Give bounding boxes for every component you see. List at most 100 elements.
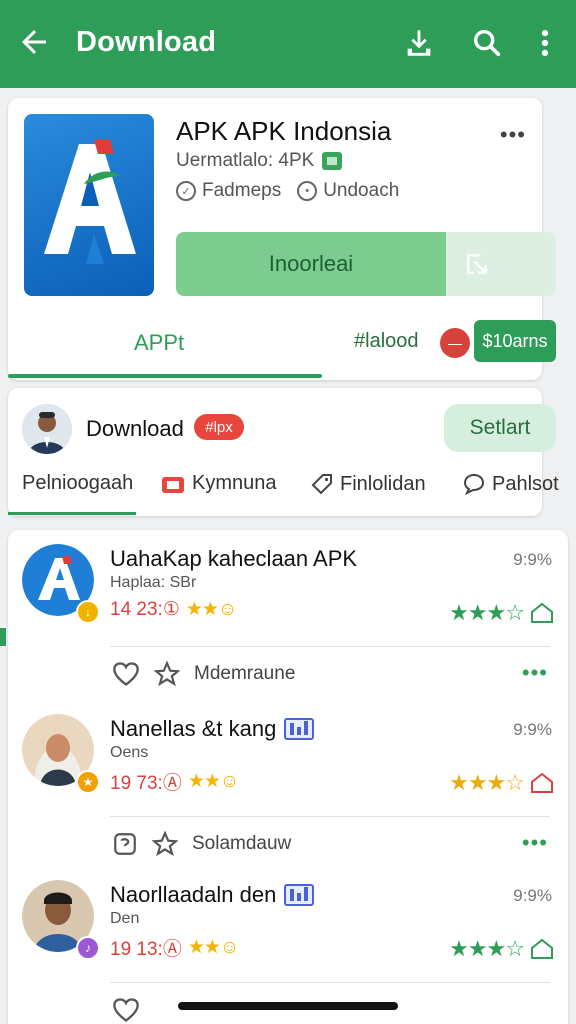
check-circle-icon: ✓ [176,181,196,201]
item-title: UahaKap kaheclaan APK [110,546,357,572]
star-outline-icon[interactable] [154,661,180,687]
info-circle-icon: • [297,181,318,201]
minus-badge-icon[interactable]: — [440,328,470,358]
item-badge: ♪ [76,936,100,960]
divider [110,646,550,647]
item-rating: ★★★☆ [449,600,554,626]
start-button[interactable]: Setlart [444,404,556,452]
item-subtitle: Oens [110,744,149,761]
item-title-text: Naorllaadaln den [110,882,277,907]
item-badge: ↓ [76,600,100,624]
developer-name: Download [86,416,184,441]
rating-stars: ★★★☆ [449,770,525,795]
item-title-text: Nanellas &t kang [110,716,277,741]
divider [110,816,550,817]
list-item[interactable]: ↓ UahaKap kaheclaan APK Haplaa: SBr 14 2… [8,530,568,696]
item-meta-text: 19 73:Ⓐ [110,773,182,794]
home-indicator[interactable] [178,1002,398,1010]
small-rating-stars: ★★☺ [185,599,237,620]
item-subtitle: Haplaa: SBr [110,574,197,591]
install-bar: Inoorleai [176,232,556,296]
open-button[interactable] [446,232,556,296]
rating-stars: ★★★☆ [449,936,525,961]
category-label: Kymnuna [192,472,277,494]
developer-card: Download #lpx Setlart Pelnioogaah Kymnun… [8,388,559,516]
page-title: Download [76,26,217,58]
price-chip[interactable]: $10arns [474,320,556,362]
category-label: Finlolidan [340,472,426,495]
item-meta-text: 14 23:① [110,599,180,620]
action-label[interactable]: Solamdauw [192,833,291,855]
chart-icon [284,718,315,740]
item-meta: 19 13:Ⓐ ★★☺ [110,934,239,961]
item-more-icon[interactable]: ••• [522,830,548,856]
open-icon [467,254,487,274]
download-icon[interactable] [402,26,436,60]
item-rating: ★★★☆ [449,770,554,796]
divider [110,982,550,983]
tag-icon [311,474,332,495]
download-list: ↓ UahaKap kaheclaan APK Haplaa: SBr 14 2… [8,530,568,1024]
search-icon[interactable] [470,26,504,60]
small-rating-stars: ★★☺ [187,937,239,958]
item-actions: Mdemraune [112,656,552,692]
item-meta: 14 23:① ★★☺ [110,598,237,621]
category-label: Pelnioogaah [22,472,134,494]
app-options-icon[interactable]: ••• [500,122,526,148]
app-name: APK APK Indonsia [176,116,392,146]
image-icon [322,152,343,170]
item-more-icon[interactable]: ••• [522,660,548,686]
gift-icon [162,476,184,493]
category-tab-3[interactable]: Finlolidan [310,472,426,496]
item-rating: ★★★☆ [449,936,554,962]
home-outline-icon[interactable] [530,772,554,794]
developer-badge: #lpx [194,414,244,440]
app-logo [24,114,154,296]
list-item[interactable]: ♪ Naorllaadaln den Den 19 13:Ⓐ ★★☺ 9:9% … [8,866,568,1024]
back-arrow-icon[interactable] [16,24,52,60]
star-outline-icon[interactable] [152,831,178,857]
tab-download[interactable]: #lalood [354,330,419,353]
tab-indicator [8,374,322,378]
top-app-bar: Download [0,0,576,88]
meta-download: Undoach [323,180,400,201]
home-outline-icon[interactable] [530,602,554,624]
chat-icon [463,473,485,496]
app-detail-card: APK APK Indonsia ••• Uermatlalo: 4PK ✓ F… [8,98,556,380]
category-tab-1[interactable]: Pelnioogaah [22,472,133,495]
home-outline-icon[interactable] [530,938,554,960]
more-vert-icon[interactable] [528,26,562,60]
rating-stars: ★★★☆ [449,600,525,625]
category-tab-2[interactable]: Kymnuna [160,472,277,495]
item-subtitle: Den [110,910,140,927]
category-label: Pahlsot [492,472,559,495]
item-time: 9:9% [513,550,552,569]
scroll-marker [0,628,6,646]
item-title: Naorllaadaln den [110,882,315,908]
badge-icon[interactable] [112,831,138,857]
category-indicator [8,512,136,515]
category-row: Pelnioogaah Kymnuna Finlolidan Pahlsot [8,472,576,502]
item-time: 9:9% [513,720,552,739]
list-item[interactable]: ★ Nanellas &t kang Oens 19 73:Ⓐ ★★☺ 9:9%… [8,700,568,866]
action-label[interactable]: Mdemraune [194,663,295,685]
item-meta-text: 19 13:Ⓐ [110,939,182,960]
meta-feature: Fadmeps [202,180,282,201]
developer-avatar[interactable] [22,404,72,454]
app-meta-row: ✓ Fadmeps • Undoach [176,180,399,202]
item-title: Nanellas &t kang [110,716,315,742]
category-tab-4[interactable]: Pahlsot [462,472,559,496]
small-rating-stars: ★★☺ [187,771,239,792]
item-time: 9:9% [513,886,552,905]
version-label: Uermatlalo: 4PK [176,150,315,171]
app-version: Uermatlalo: 4PK [176,150,343,172]
install-button[interactable]: Inoorleai [176,232,446,296]
item-title-text: UahaKap kaheclaan APK [110,546,358,571]
app-tabs: APPt #lalood — $10arns [8,320,556,380]
heart-icon[interactable] [112,997,140,1023]
item-badge: ★ [76,770,100,794]
chart-icon [284,884,315,906]
tab-apps[interactable]: APPt [134,330,184,356]
heart-icon[interactable] [112,661,140,687]
item-meta: 19 73:Ⓐ ★★☺ [110,768,239,795]
